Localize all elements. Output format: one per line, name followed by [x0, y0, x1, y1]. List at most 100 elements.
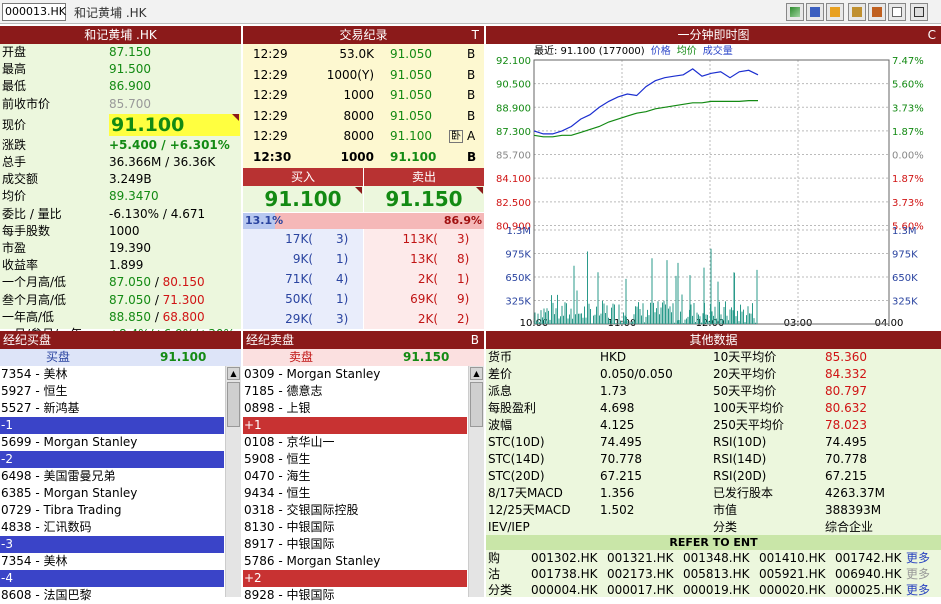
more-link[interactable]: 更多 — [906, 566, 930, 582]
other-value-2: 80.632 — [825, 401, 867, 415]
related-code-link[interactable]: 001410.HK — [759, 550, 826, 566]
document-icon-button[interactable] — [888, 3, 906, 21]
quote-high: 87.050 — [109, 275, 151, 290]
quote-value: 87.050 / 71.300 — [109, 292, 205, 307]
export-icon-button[interactable] — [868, 3, 886, 21]
other-label-2: 已发行股本 — [713, 486, 774, 500]
broker-row[interactable]: 7354 - 美林 — [0, 366, 224, 383]
price-tick-label: 87.300 — [496, 127, 531, 138]
other-value: 70.778 — [600, 452, 642, 466]
ask-count: 2) — [457, 312, 470, 326]
quote-label: 涨跌 — [2, 137, 27, 152]
related-code-link[interactable]: 001742.HK — [835, 550, 902, 566]
other-label-2: 50天平均价 — [713, 384, 777, 398]
broker-row[interactable]: 8608 - 法国巴黎 — [0, 587, 224, 604]
broker-row[interactable]: 5927 - 恒生 — [0, 383, 224, 400]
related-code-link[interactable]: 000020.HK — [759, 582, 826, 598]
bid-count: 1) — [336, 292, 349, 306]
broker-sell-scrollbar[interactable]: ▲ — [468, 366, 484, 597]
other-label: 差价 — [488, 367, 513, 381]
other-value-2: 70.778 — [825, 452, 867, 466]
trade-row: 12:30 1000 91.100 B — [243, 147, 484, 167]
broker-row[interactable]: 5786 - Morgan Stanley — [243, 553, 467, 570]
pct-tick-label: 1.87% — [892, 127, 924, 138]
other-value: 1.356 — [600, 486, 635, 500]
current-price: 91.100 — [109, 113, 240, 136]
broker-row[interactable]: 5908 - 恒生 — [243, 451, 467, 468]
more-link[interactable]: 更多 — [906, 582, 930, 598]
related-code-link[interactable]: 001348.HK — [683, 550, 750, 566]
scroll-thumb[interactable] — [470, 382, 483, 427]
quote-panel-title: 和记黄埔 .HK — [0, 26, 241, 44]
related-code-link[interactable]: 001738.HK — [531, 566, 598, 582]
expand-icon-button[interactable] — [910, 3, 928, 21]
trade-log-title-text: 交易纪录 — [339, 28, 388, 42]
trade-volume: 1000 — [343, 88, 374, 102]
trade-side: A — [467, 129, 476, 143]
broker-row[interactable]: 0309 - Morgan Stanley — [243, 366, 467, 383]
quote-value: -6.130% / 4.671 — [109, 206, 206, 221]
related-code-link[interactable]: 000004.HK — [531, 582, 598, 598]
scroll-thumb[interactable] — [227, 382, 240, 427]
scroll-up-icon[interactable]: ▲ — [470, 367, 483, 380]
quote-row: 叁个月高/低 87.050 / 71.300 — [0, 292, 241, 308]
broker-row[interactable]: 6498 - 美国雷曼兄弟 — [0, 468, 224, 485]
quote-high: 88.850 — [109, 309, 151, 324]
font-size-icon-button[interactable] — [806, 3, 824, 21]
legend-volume: 成交量 — [703, 44, 733, 57]
broker-row[interactable]: 8928 - 中银国际 — [243, 587, 467, 604]
other-label: STC(14D) — [488, 452, 545, 466]
broker-row[interactable]: 0470 - 海生 — [243, 468, 467, 485]
news-icon-button[interactable] — [848, 3, 866, 21]
broker-row[interactable]: 7185 - 德意志 — [243, 383, 467, 400]
other-label-2: 分类 — [713, 520, 738, 534]
chart-legend: 最近: 91.100 (177000) 价格 均价 成交量 — [534, 44, 733, 57]
related-row: 分类 000004.HK 000017.HK 000019.HK 000020.HK 00… — [486, 582, 941, 598]
broker-row[interactable]: 8130 - 中银国际 — [243, 519, 467, 536]
broker-row[interactable]: 4838 - 汇讯数码 — [0, 519, 224, 536]
broker-buy-scrollbar[interactable]: ▲ — [225, 366, 241, 597]
related-code-link[interactable]: 001302.HK — [531, 550, 598, 566]
quote-row: 成交额 3.249B — [0, 171, 241, 187]
layout-icon-button[interactable] — [826, 3, 844, 21]
quote-row: 涨跌 +5.400 / +6.301% — [0, 137, 241, 153]
legend-latest: 最近: 91.100 (177000) — [534, 44, 645, 57]
trade-log-title: 交易纪录 T — [243, 26, 484, 44]
broker-row[interactable]: 0108 - 京华山一 — [243, 434, 467, 451]
broker-row[interactable]: 0898 - 上银 — [243, 400, 467, 417]
scroll-up-icon[interactable]: ▲ — [227, 367, 240, 380]
related-code-link[interactable]: 002173.HK — [607, 566, 674, 582]
quote-value: 1.899 — [109, 258, 144, 273]
trade-side: B — [467, 108, 476, 123]
refer-to-link[interactable]: REFER TO ENT — [486, 535, 941, 550]
other-data-row: STC(20D) 67.215 RSI(20D) 67.215 — [486, 468, 941, 485]
trade-price: 91.100 — [390, 149, 437, 164]
volume-tick-label: 325K — [505, 297, 531, 308]
pct-tick-label: 3.73% — [892, 103, 924, 114]
more-link[interactable]: 更多 — [906, 550, 930, 566]
related-code-link[interactable]: 000019.HK — [683, 582, 750, 598]
volume-tick-label-right: 650K — [892, 273, 918, 284]
broker-row[interactable]: 9434 - 恒生 — [243, 485, 467, 502]
broker-row[interactable]: 0318 - 交银国际控股 — [243, 502, 467, 519]
related-code-link[interactable]: 001321.HK — [607, 550, 674, 566]
other-data-panel: 其他数据 货币 HKD 10天平均价 85.360 差价 0.050/0.050 20天平均… — [486, 331, 941, 597]
broker-row[interactable]: 8917 - 中银国际 — [243, 536, 467, 553]
broker-row[interactable]: 7354 - 美林 — [0, 553, 224, 570]
trade-price: 91.050 — [390, 67, 432, 82]
other-value-2: 78.023 — [825, 418, 867, 432]
broker-row[interactable]: 0729 - Tibra Trading — [0, 502, 224, 519]
ask-qty: 2K( — [417, 272, 438, 286]
related-code-link[interactable]: 005921.HK — [759, 566, 826, 582]
broker-row[interactable]: 5527 - 新鸿基 — [0, 400, 224, 417]
chart-icon-button[interactable] — [786, 3, 804, 21]
related-code-link[interactable]: 006940.HK — [835, 566, 902, 582]
broker-row[interactable]: 5699 - Morgan Stanley — [0, 434, 224, 451]
related-code-link[interactable]: 005813.HK — [683, 566, 750, 582]
stock-code-input[interactable]: 000013.HK — [2, 3, 66, 21]
broker-row[interactable]: 6385 - Morgan Stanley — [0, 485, 224, 502]
related-code-link[interactable]: 000025.HK — [835, 582, 902, 598]
related-code-link[interactable]: 000017.HK — [607, 582, 674, 598]
intraday-chart[interactable]: 92.100 7.47% 90.500 5.60% 88.900 3.73% 87.300 1… — [486, 44, 941, 329]
other-value-2: 67.215 — [825, 469, 867, 483]
